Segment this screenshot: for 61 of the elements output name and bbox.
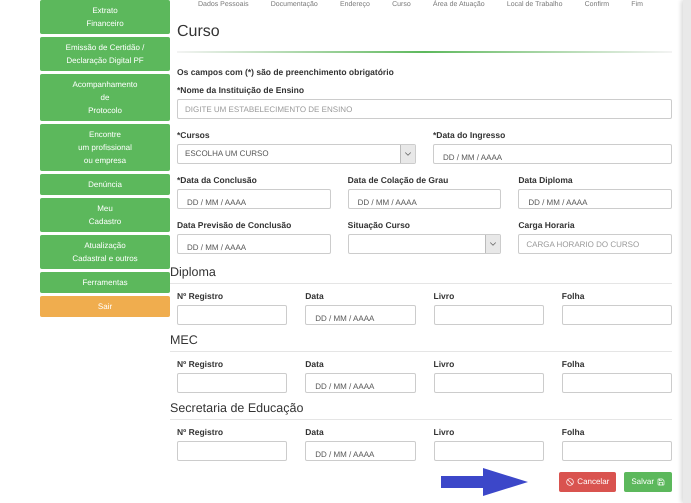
chevron-down-icon: [400, 145, 415, 163]
date-field[interactable]: DD / MM / AAAA: [177, 189, 331, 209]
field-label: Folha: [562, 426, 586, 438]
input-field[interactable]: [434, 441, 544, 461]
cancel-button[interactable]: Cancelar: [559, 472, 616, 492]
field-label: Nº Registro: [177, 426, 224, 438]
field-label: *Data do Ingresso: [433, 129, 506, 141]
date-field[interactable]: DD / MM / AAAA: [518, 189, 672, 209]
section-title: Secretaria de Educação: [170, 400, 672, 420]
ban-icon: [566, 478, 574, 486]
field-label: *Nome da Instituição de Ensino: [177, 84, 306, 96]
field-label: Data: [305, 358, 325, 370]
date-field[interactable]: DD / MM / AAAA: [305, 373, 416, 393]
date-field[interactable]: DD / MM / AAAA: [433, 144, 672, 164]
required-fields-note: Os campos com (*) são de preenchimento obrigatório: [177, 66, 395, 78]
input-field[interactable]: [177, 441, 288, 461]
field-label: Folha: [562, 358, 586, 370]
sidebar-menu-button[interactable]: Extrato Financeiro: [40, 0, 170, 34]
field-label: Situação Curso: [348, 219, 412, 231]
field-label: Data: [305, 426, 325, 438]
field-label: Carga Horaria: [518, 219, 576, 231]
date-field[interactable]: DD / MM / AAAA: [305, 441, 416, 461]
date-field[interactable]: DD / MM / AAAA: [305, 305, 416, 325]
section-title: MEC: [170, 332, 672, 352]
input-field[interactable]: [434, 373, 544, 393]
field-label: Nº Registro: [177, 290, 224, 302]
field-label: Data de Colação de Grau: [348, 174, 450, 186]
save-button[interactable]: Salvar: [624, 472, 672, 492]
select-field[interactable]: ESCOLHA UM CURSO: [177, 144, 416, 164]
field-label: Folha: [562, 290, 586, 302]
chevron-down-icon: [485, 235, 500, 253]
input-field[interactable]: CARGA HORARIO DO CURSO: [518, 234, 672, 254]
input-field[interactable]: [562, 441, 672, 461]
input-field[interactable]: [562, 305, 672, 325]
date-field[interactable]: DD / MM / AAAA: [348, 189, 502, 209]
field-label: Nº Registro: [177, 358, 224, 370]
sidebar-menu-button[interactable]: Acompanhamento de Protocolo: [40, 74, 170, 121]
sidebar-menu-button[interactable]: Denúncia: [40, 174, 170, 195]
section-title: Diploma: [170, 264, 672, 284]
field-label: Livro: [434, 290, 456, 302]
sidebar-menu-button[interactable]: Ferramentas: [40, 272, 170, 293]
field-label: Data Diploma: [518, 174, 574, 186]
save-icon: [657, 478, 665, 486]
input-field[interactable]: [177, 373, 288, 393]
sidebar-menu-button[interactable]: Encontre um profissional ou empresa: [40, 124, 170, 171]
field-label: Data: [305, 290, 325, 302]
field-label: Livro: [434, 358, 456, 370]
field-label: *Data da Conclusão: [177, 174, 258, 186]
input-field[interactable]: DIGITE UM ESTABELECIMENTO DE ENSINO: [177, 99, 672, 119]
input-field[interactable]: [562, 373, 672, 393]
field-label: *Cursos: [177, 129, 211, 141]
page-title: Curso: [177, 22, 221, 42]
field-label: Data Previsão de Conclusão: [177, 219, 292, 231]
field-label: Livro: [434, 426, 456, 438]
sidebar-menu-button[interactable]: Atualização Cadastral e outros: [40, 235, 170, 269]
sidebar-menu-button[interactable]: Emissão de Certidão / Declaração Digital PF: [40, 37, 170, 71]
input-field[interactable]: [177, 305, 288, 325]
sidebar-menu-button[interactable]: Meu Cadastro: [40, 198, 170, 232]
input-field[interactable]: [434, 305, 544, 325]
date-field[interactable]: DD / MM / AAAA: [177, 234, 331, 254]
select-field[interactable]: [348, 234, 502, 254]
